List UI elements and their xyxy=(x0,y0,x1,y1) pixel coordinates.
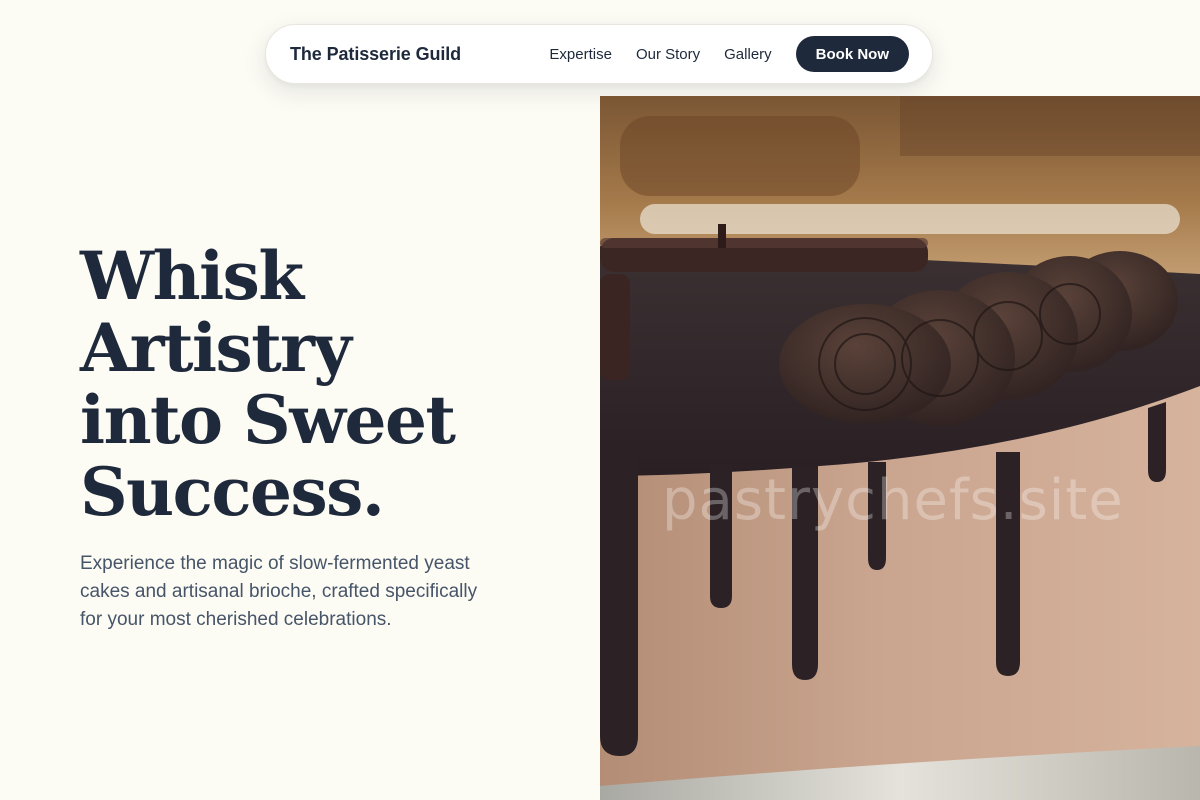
nav-link-our-story[interactable]: Our Story xyxy=(636,46,700,63)
hero-headline: Whisk Artistry into Sweet Success. xyxy=(80,240,560,528)
image-watermark: pastrychefs.site xyxy=(662,468,1124,533)
hero-cake-image: pastrychefs.site xyxy=(600,96,1200,800)
nav-link-expertise[interactable]: Expertise xyxy=(549,46,612,63)
headline-line: Whisk xyxy=(80,237,304,315)
cake-illustration xyxy=(600,96,1200,800)
top-navigation: The Patisserie Guild Expertise Our Story… xyxy=(265,24,933,84)
hero-subtext: Experience the magic of slow-fermented y… xyxy=(80,553,478,630)
nav-links: Expertise Our Story Gallery Book Now xyxy=(549,36,909,72)
brand-name[interactable]: The Patisserie Guild xyxy=(290,44,549,65)
headline-line: Success. xyxy=(80,453,385,531)
headline-line: Artistry xyxy=(80,309,352,387)
nav-link-gallery[interactable]: Gallery xyxy=(724,46,772,63)
book-now-button[interactable]: Book Now xyxy=(795,36,909,72)
headline-line: into Sweet xyxy=(80,381,456,459)
